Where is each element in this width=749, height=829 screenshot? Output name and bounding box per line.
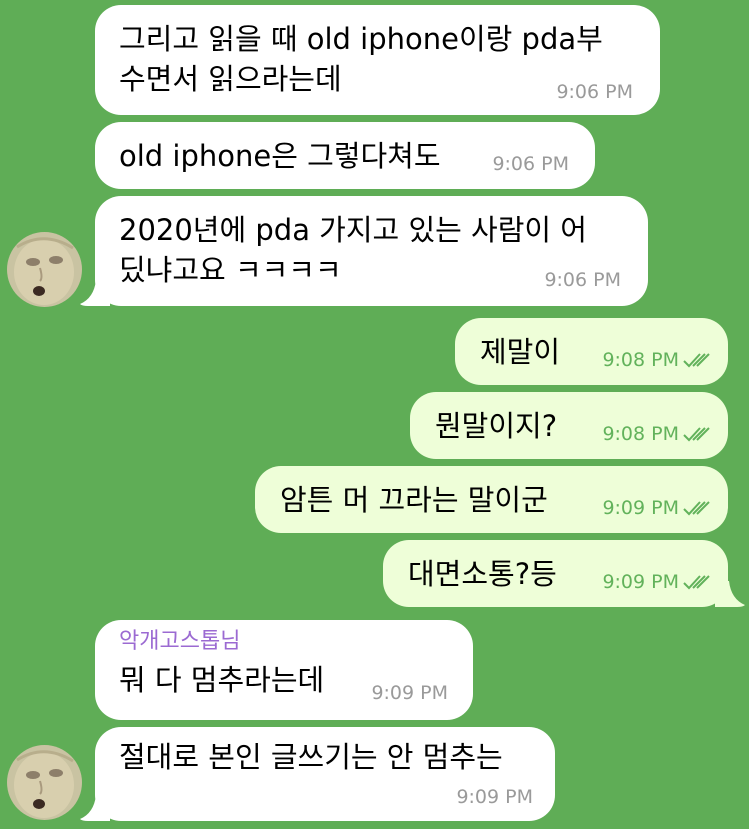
double-check-icon [683,427,710,442]
user-avatar[interactable] [7,232,82,307]
message-time: 9:06 PM [492,153,569,175]
message-time: 9:09 PM [602,571,679,593]
incoming-message[interactable]: old iphone은 그렇다쳐도 9:06 PM [95,122,595,189]
bubble-tail [80,280,110,306]
message-time: 9:09 PM [371,682,448,704]
double-check-icon [683,501,710,516]
incoming-message[interactable]: 절대로 본인 글쓰기는 안 멈추는 9:09 PM [95,727,555,821]
message-text: 절대로 본인 글쓰기는 안 멈추는 [119,740,503,774]
outgoing-message[interactable]: 제말이 9:08 PM [455,318,728,385]
message-time: 9:09 PM [456,786,533,808]
message-time: 9:06 PM [544,269,621,291]
incoming-message[interactable]: 그리고 읽을 때 old iphone이랑 pda부 수면서 읽으라는데 9:0… [95,5,660,115]
outgoing-message[interactable]: 암튼 머 끄라는 말이군 9:09 PM [255,466,728,533]
sender-name[interactable]: 악개고스톱님 [119,628,449,656]
double-check-icon [683,353,710,368]
incoming-message[interactable]: 악개고스톱님 뭐 다 멈추라는데 9:09 PM [95,620,473,720]
incoming-message[interactable]: 2020년에 pda 가지고 있는 사람이 어 딨냐고요 ㅋㅋㅋㅋ 9:06 P… [95,196,648,306]
message-time: 9:08 PM [602,349,679,371]
message-time: 9:09 PM [602,497,679,519]
double-check-icon [683,575,710,590]
bubble-tail [715,581,745,607]
outgoing-message[interactable]: 뭔말이지? 9:08 PM [410,392,728,459]
message-time-status: 9:08 PM [602,423,712,445]
user-avatar[interactable] [7,745,82,820]
message-time-status: 9:09 PM [602,571,712,593]
outgoing-message[interactable]: 대면소통?등 9:09 PM [383,540,728,607]
message-time: 9:06 PM [556,81,633,103]
message-time: 9:08 PM [602,423,679,445]
message-time-status: 9:09 PM [602,497,712,519]
bubble-tail [80,795,110,821]
message-time-status: 9:08 PM [602,349,712,371]
